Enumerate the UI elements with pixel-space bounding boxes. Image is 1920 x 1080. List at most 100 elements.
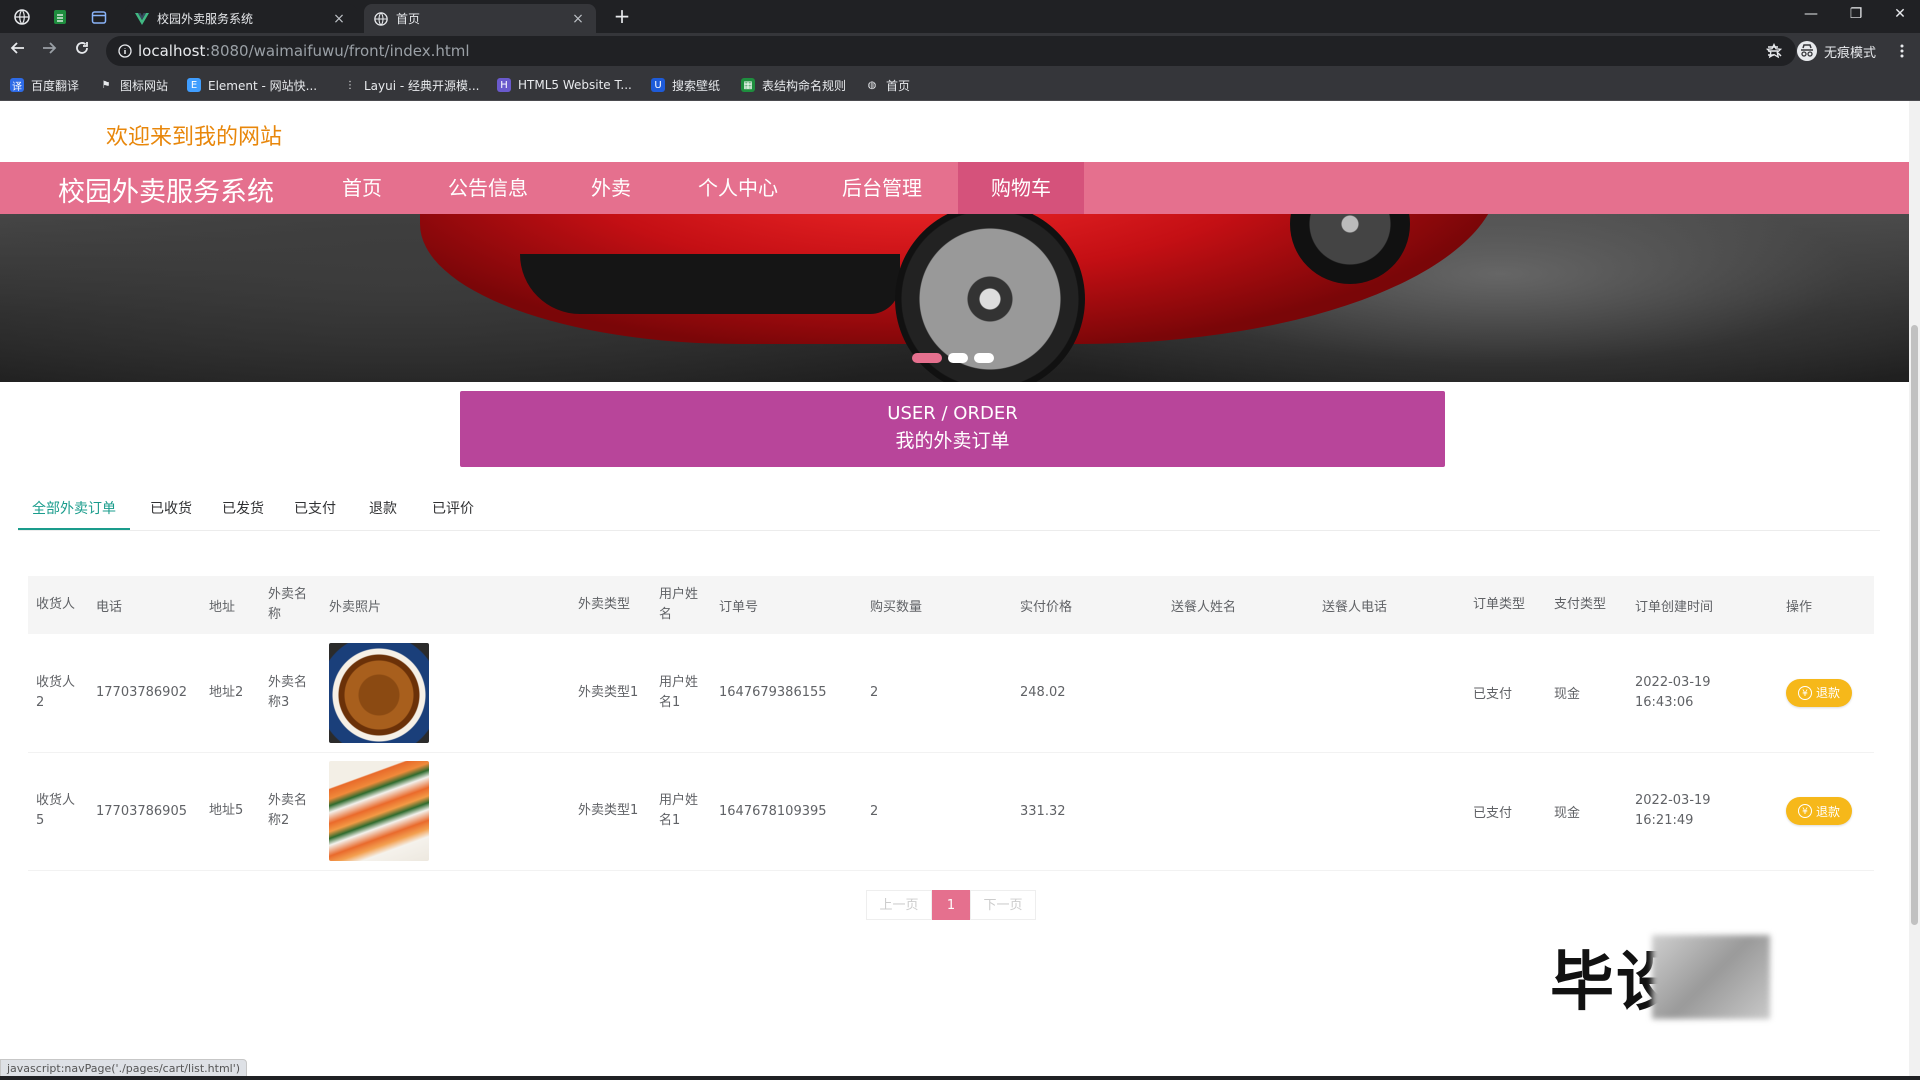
bookmark-item[interactable]: H HTML5 Website T... [497,76,632,94]
yen-coin-icon: ¥ [1797,804,1812,818]
reload-button[interactable] [71,40,93,62]
nav-personal-center[interactable]: 个人中心 [682,162,794,214]
tab-shipped[interactable]: 已发货 [212,490,274,528]
cell-receiver: 收货人5 [28,752,88,871]
pinned-tab-calendar[interactable] [86,5,112,29]
incognito-profile[interactable]: 无痕模式 [1796,39,1876,63]
window-restore-button[interactable]: ❐ [1836,3,1876,25]
next-page-button[interactable]: 下一页 [970,890,1036,920]
flag-icon: ⚑ [101,79,111,91]
tab-campus-takeaway[interactable]: 校园外卖服务系统 × [125,4,357,33]
cell-phone: 17703786902 [88,634,201,753]
cell-price: 248.02 [1012,634,1163,753]
pagination: 上一页 1 下一页 [866,890,1036,920]
url-text[interactable]: localhost:8080/waimaifuwu/front/index.ht… [138,42,470,60]
menu-dots-icon[interactable] [1899,43,1905,59]
cell-user-name: 用户姓名1 [651,752,711,871]
food-photo-noodles[interactable] [329,642,429,743]
tab-home[interactable]: 首页 × [364,4,596,33]
welcome-text: 欢迎来到我的网站 [106,125,283,150]
yen-coin-icon: ¥ [1797,685,1812,700]
cell-address: 地址5 [201,752,260,871]
site-title: 校园外卖服务系统 [58,177,274,208]
watermark-overlay: 毕设 [1550,935,1770,1020]
incognito-icon [1797,41,1817,61]
bookmark-item[interactable]: ◍ 首页 [865,76,910,94]
refund-label: 退款 [1815,686,1840,701]
table-row: 收货人2 17703786902 地址2 外卖名称3 外卖类型1 用户姓名1 1… [28,634,1874,753]
bookmark-label: Element - 网站快... [208,78,318,93]
cell-created: 2022-03-19 16:21:49 [1627,752,1778,871]
window-bottom-edge [0,1076,1920,1080]
nav-announcements[interactable]: 公告信息 [432,162,544,214]
section-title-box: USER / ORDER 我的外卖订单 [460,391,1445,467]
layui-logo-icon: ⋮ [345,79,355,91]
tab-reviewed[interactable]: 已评价 [422,490,484,528]
banner-carousel[interactable] [0,214,1909,382]
address-bar[interactable]: localhost:8080/waimaifuwu/front/index.ht… [106,36,1796,66]
col-header: 用户姓名 [651,576,711,634]
tab-paid[interactable]: 已支付 [284,490,346,528]
html5-icon: H [497,78,511,92]
refund-button[interactable]: ¥ 退款 [1786,797,1852,825]
bookmark-item[interactable]: ⚑ 图标网站 [99,76,169,94]
page-content: 欢迎来到我的网站 校园外卖服务系统 首页 公告信息 外卖 个人中心 后台管理 购… [0,101,1909,1076]
carousel-dot-1[interactable] [912,353,942,363]
created-date: 2022-03-19 [1635,674,1711,690]
scrollbar-thumb[interactable] [1911,325,1918,925]
page-1-button[interactable]: 1 [932,890,970,920]
nav-admin[interactable]: 后台管理 [826,162,938,214]
col-header: 外卖类型 [570,576,651,634]
forward-button[interactable] [38,40,60,62]
vue-logo-icon [135,12,149,25]
tab-received[interactable]: 已收货 [140,490,202,528]
info-icon[interactable] [118,44,132,58]
tab-title: 校园外卖服务系统 [157,12,254,26]
bookmark-item[interactable]: ⋮ Layui - 经典开源模... [343,76,479,94]
cell-order-no: 1647679386155 [711,634,862,753]
cell-food-name: 外卖名称2 [260,752,321,871]
tab-search-icon[interactable] [1766,43,1782,59]
pinned-tab-sheets[interactable] [47,5,73,29]
prev-page-button[interactable]: 上一页 [866,890,932,920]
carousel-dot-2[interactable] [948,353,968,363]
pinned-tab-globe[interactable] [9,5,35,29]
col-header: 订单创建时间 [1627,576,1778,634]
window-minimize-button[interactable]: — [1791,3,1831,25]
back-button[interactable] [7,40,29,62]
nav-takeaway[interactable]: 外卖 [566,162,656,214]
cell-receiver: 收货人2 [28,634,88,753]
cell-pay-type: 现金 [1546,634,1627,753]
cell-price: 331.32 [1012,752,1163,871]
tab-close-icon[interactable]: × [331,11,347,27]
bookmark-item[interactable]: E Element - 网站快... [187,76,317,94]
tab-close-icon[interactable]: × [570,11,586,27]
cell-photo [321,752,570,871]
bookmark-item[interactable]: ▦ 表结构命名规则 [741,76,846,94]
bookmark-item[interactable]: 译百度翻译 [10,76,79,94]
arrow-left-icon [10,42,24,54]
window-close-button[interactable]: ✕ [1880,3,1920,25]
tab-refund[interactable]: 退款 [356,490,410,528]
bookmark-label: 百度翻译 [31,78,80,93]
cell-pay-type: 现金 [1546,752,1627,871]
arrow-right-icon [43,42,57,54]
nav-cart[interactable]: 购物车 [958,162,1084,214]
bookmark-label: HTML5 Website T... [518,78,632,92]
cell-address: 地址2 [201,634,260,753]
tab-all-orders[interactable]: 全部外卖订单 [18,490,130,530]
food-photo-sushi[interactable] [329,761,429,861]
page-scrollbar[interactable] [1909,101,1920,1076]
created-time: 16:43:06 [1635,694,1694,710]
bookmark-item[interactable]: U 搜索壁纸 [651,76,720,94]
col-header: 实付价格 [1012,576,1163,634]
table-header-row: 收货人 电话 地址 外卖名称 外卖照片 外卖类型 用户姓名 订单号 购买数量 实… [28,576,1874,634]
carousel-dot-3[interactable] [974,353,994,363]
new-tab-button[interactable]: + [612,6,632,26]
wallpaper-icon: U [651,78,665,92]
cell-action: ¥ 退款 [1778,634,1874,753]
nav-home[interactable]: 首页 [318,162,406,214]
refund-button[interactable]: ¥ 退款 [1786,678,1852,707]
cell-courier-phone [1314,634,1465,753]
col-header: 送餐人电话 [1314,576,1465,634]
